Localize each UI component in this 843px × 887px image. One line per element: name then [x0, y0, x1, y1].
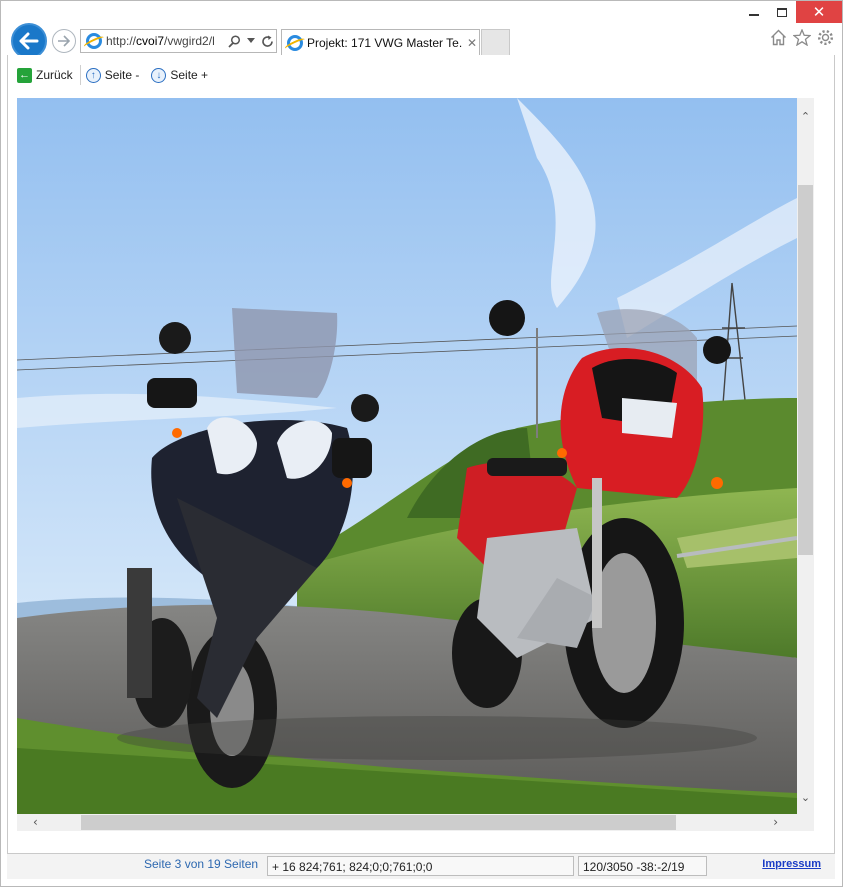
impressum-link[interactable]: Impressum	[762, 858, 821, 870]
star-icon[interactable]	[793, 29, 811, 46]
back-toolbar-button[interactable]: ← Zurück	[15, 67, 77, 83]
home-icon[interactable]	[770, 29, 787, 46]
green-back-icon: ←	[17, 67, 32, 83]
toolbar-separator	[79, 65, 81, 85]
motorcycles-photo	[17, 98, 797, 814]
maximize-button[interactable]	[768, 1, 796, 23]
tab-close-icon[interactable]: ✕	[467, 36, 477, 50]
status-bar: Seite 3 von 19 Seiten + 16 824;761; 824;…	[7, 853, 835, 879]
dropdown-arrow-icon[interactable]	[247, 38, 255, 44]
horizontal-scroll-thumb[interactable]	[81, 815, 676, 830]
page-up-button[interactable]: ↑ Seite -	[84, 67, 144, 83]
scroll-right-arrow-icon[interactable]: ›	[773, 815, 778, 829]
back-arrow-icon	[19, 32, 39, 50]
window-controls: ✕	[740, 1, 842, 23]
horizontal-scrollbar[interactable]: ‹ ›	[17, 814, 814, 831]
address-bar[interactable]: http://cvoi7/vwgird2/l	[80, 29, 277, 53]
viewer-toolbar: ← Zurück ↑ Seite - ↓ Seite +	[15, 64, 212, 86]
maximize-icon	[777, 7, 787, 17]
page-up-label: Seite -	[104, 68, 140, 82]
tab-title: Projekt: 171 VWG Master Te...	[307, 35, 463, 50]
ie-logo-icon	[287, 34, 303, 51]
scroll-up-arrow-icon[interactable]: ⌃	[797, 110, 814, 123]
browser-tab-active[interactable]: Projekt: 171 VWG Master Te... ✕	[281, 29, 480, 55]
ie-logo-icon	[86, 33, 102, 49]
back-label: Zurück	[36, 68, 73, 82]
arrow-down-icon: ↓	[151, 67, 167, 83]
page-down-button[interactable]: ↓ Seite +	[149, 67, 212, 83]
back-button[interactable]	[11, 23, 47, 59]
new-tab-button[interactable]	[481, 29, 510, 55]
gear-icon[interactable]	[817, 29, 834, 46]
vertical-scroll-thumb[interactable]	[798, 185, 813, 555]
forward-button[interactable]	[52, 29, 76, 53]
scroll-down-arrow-icon[interactable]: ⌄	[797, 791, 814, 804]
page-down-label: Seite +	[170, 68, 209, 82]
position-field: 120/3050 -38:-2/19	[578, 856, 707, 876]
window-close-button[interactable]: ✕	[796, 1, 842, 23]
forward-arrow-icon	[58, 35, 71, 47]
minimize-icon	[749, 14, 759, 16]
document-image	[17, 98, 797, 814]
page-info: Seite 3 von 19 Seiten	[144, 857, 259, 871]
minimize-button[interactable]	[740, 1, 768, 23]
refresh-icon[interactable]	[261, 35, 274, 48]
coordinates-field: + 16 824;761; 824;0;0;761;0;0	[267, 856, 574, 876]
search-icon[interactable]	[228, 34, 241, 48]
scroll-left-arrow-icon[interactable]: ‹	[33, 815, 38, 829]
arrow-up-icon: ↑	[85, 67, 101, 83]
address-url[interactable]: http://cvoi7/vwgird2/l	[106, 34, 224, 48]
browser-right-icons	[770, 29, 834, 46]
vertical-scrollbar[interactable]: ⌃ ⌄	[797, 98, 814, 814]
